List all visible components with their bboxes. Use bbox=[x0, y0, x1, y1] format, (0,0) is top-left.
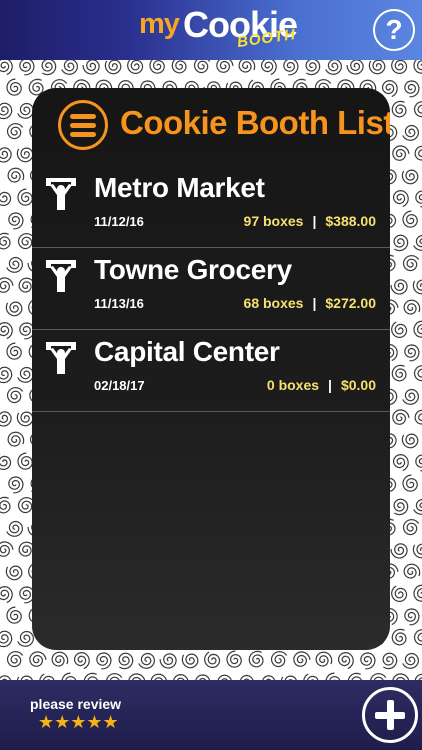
booth-row-metro-market[interactable]: Metro Market 11/12/16 97 boxes | $388.00 bbox=[32, 166, 390, 248]
booth-name: Capital Center bbox=[94, 336, 280, 367]
booth-date: 02/18/17 bbox=[94, 378, 145, 393]
booth-amount: $0.00 bbox=[340, 377, 376, 393]
booth-boxes: 97 boxes bbox=[243, 213, 304, 229]
add-booth-button[interactable] bbox=[362, 687, 418, 743]
booth-date: 11/12/16 bbox=[94, 214, 144, 229]
app-logo: my Cookie BOOTH bbox=[139, 4, 309, 56]
stats-separator: | bbox=[328, 377, 332, 393]
booth-date: 11/13/16 bbox=[94, 296, 144, 311]
booth-stats: 97 boxes | $388.00 bbox=[244, 213, 376, 229]
stats-separator: | bbox=[312, 295, 317, 311]
help-icon: ? bbox=[385, 14, 403, 45]
booth-boxes: 68 boxes bbox=[243, 295, 304, 311]
booth-amount: $388.00 bbox=[325, 213, 376, 229]
booth-row-towne-grocery[interactable]: Towne Grocery 11/13/16 68 boxes | $272.00 bbox=[32, 248, 390, 330]
booth-list-panel: Cookie Booth List Metro Market 11/12/16 … bbox=[32, 88, 390, 650]
stats-separator: | bbox=[312, 213, 317, 229]
booth-name: Metro Market bbox=[94, 172, 265, 203]
booth-stats: 68 boxes | $272.00 bbox=[244, 295, 376, 311]
help-button[interactable]: ? bbox=[373, 9, 415, 51]
star-rating-icon[interactable]: ★★★★★ bbox=[38, 712, 119, 733]
panel-header: Cookie Booth List bbox=[32, 88, 390, 166]
app-footer: please review ★★★★★ bbox=[0, 680, 422, 750]
booth-boxes: 0 boxes bbox=[266, 377, 320, 393]
booth-amount: $272.00 bbox=[325, 295, 376, 311]
review-link[interactable]: please review bbox=[30, 696, 121, 712]
hamburger-menu-icon[interactable] bbox=[58, 100, 108, 150]
booth-list: Metro Market 11/12/16 97 boxes | $388.00 T… bbox=[32, 166, 390, 412]
page-title: Cookie Booth List bbox=[120, 104, 390, 141]
booth-row-capital-center[interactable]: Capital Center 02/18/17 0 boxes | $0.00 bbox=[32, 330, 390, 412]
booth-person-icon bbox=[46, 342, 76, 374]
logo-my-text: my bbox=[139, 8, 180, 40]
booth-stats: 0 boxes | $0.00 bbox=[267, 377, 376, 393]
booth-person-icon bbox=[46, 178, 76, 210]
app-header: my Cookie BOOTH ? bbox=[0, 0, 422, 60]
booth-person-icon bbox=[46, 260, 76, 292]
booth-name: Towne Grocery bbox=[94, 254, 292, 285]
